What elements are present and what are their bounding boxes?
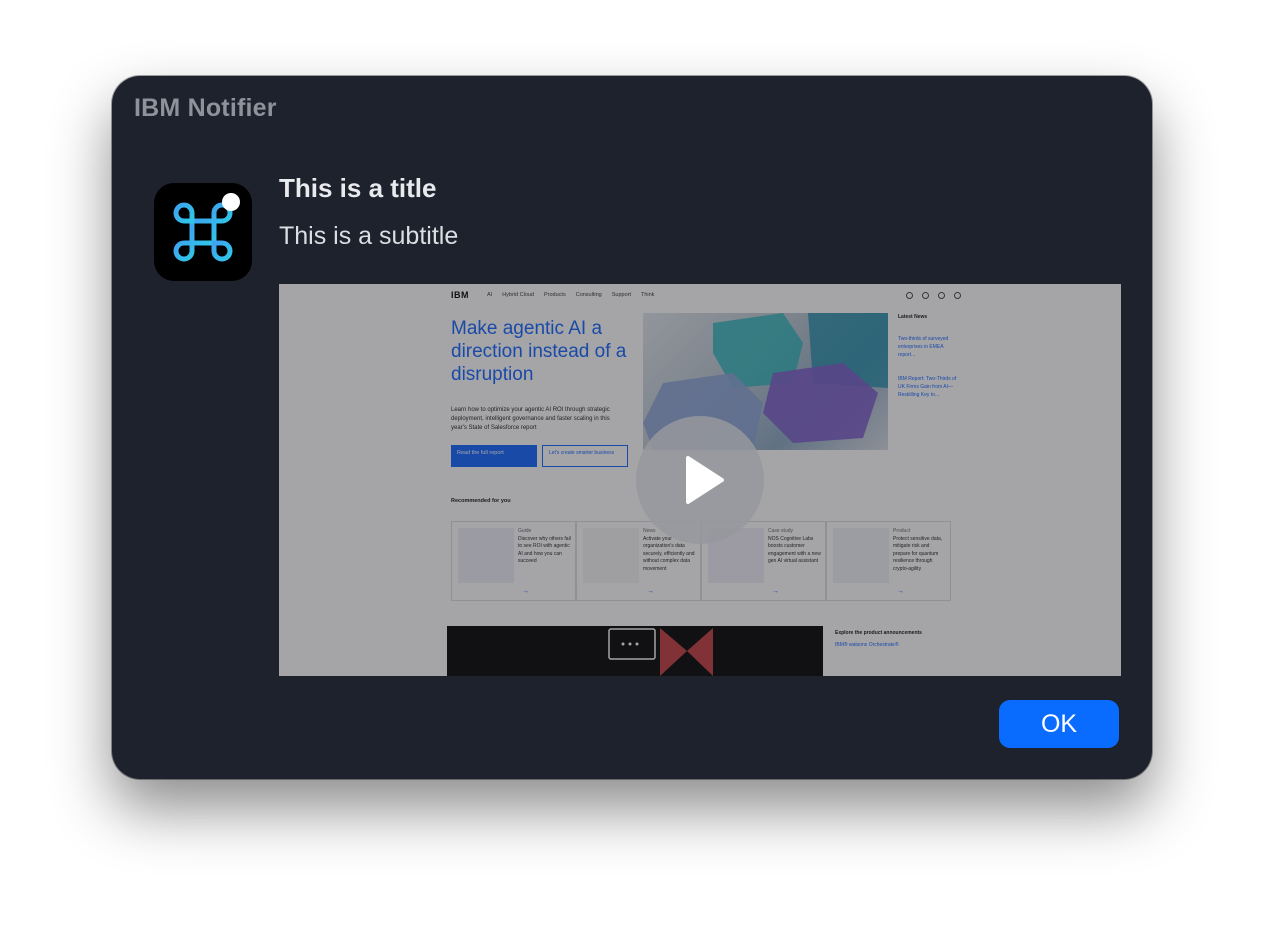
desktop-background: IBM Notifier This is a title This is a s… — [0, 0, 1264, 928]
play-icon — [686, 456, 724, 504]
notification-title: This is a title — [279, 173, 437, 203]
badge-dot — [222, 193, 240, 211]
video-preview[interactable]: IBM AI Hybrid Cloud Products Consulting … — [279, 284, 1121, 676]
play-button[interactable] — [636, 416, 764, 544]
notifier-window: IBM Notifier This is a title This is a s… — [112, 76, 1152, 779]
ok-button[interactable]: OK — [999, 700, 1119, 748]
notification-subtitle: This is a subtitle — [279, 222, 459, 250]
app-title: IBM Notifier — [134, 94, 277, 122]
command-key-icon — [154, 183, 252, 281]
